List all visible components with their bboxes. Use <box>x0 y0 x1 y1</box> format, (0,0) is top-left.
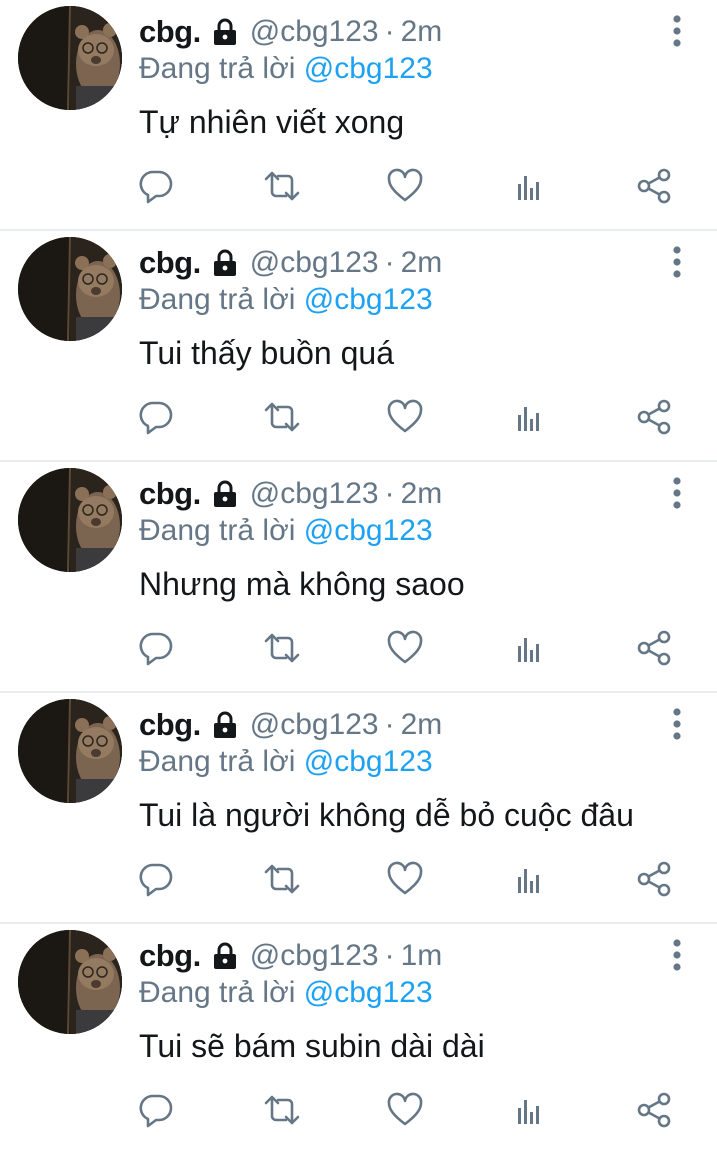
lock-icon <box>209 709 241 741</box>
analytics-icon[interactable] <box>510 397 550 437</box>
heart-icon[interactable] <box>385 859 425 899</box>
analytics-icon[interactable] <box>510 166 550 206</box>
tweet-item[interactable]: cbg. @cbg123 · 2m Đang trả lời @cbg123 T… <box>0 0 717 231</box>
reply-mention-link[interactable]: @cbg123 <box>304 514 433 547</box>
separator-dot: · <box>384 939 395 972</box>
more-vertical-icon[interactable] <box>667 707 687 741</box>
retweet-icon[interactable] <box>262 397 302 437</box>
lock-icon <box>209 940 241 972</box>
tweet-feed: cbg. @cbg123 · 2m Đang trả lời @cbg123 T… <box>0 0 717 1155</box>
reply-prefix: Đang trả lời <box>139 52 296 85</box>
tweet-header: cbg. @cbg123 · 2m <box>139 243 442 283</box>
tweet-text: Nhưng mà không saoo <box>139 566 465 602</box>
user-handle[interactable]: @cbg123 <box>250 708 379 742</box>
avatar[interactable] <box>18 699 122 803</box>
tweet-header: cbg. @cbg123 · 2m <box>139 705 442 745</box>
more-vertical-icon[interactable] <box>667 938 687 972</box>
avatar[interactable] <box>18 468 122 572</box>
user-handle[interactable]: @cbg123 <box>250 246 379 280</box>
display-name[interactable]: cbg. <box>139 14 201 50</box>
heart-icon[interactable] <box>385 166 425 206</box>
retweet-icon[interactable] <box>262 859 302 899</box>
timestamp[interactable]: 2m <box>401 246 443 280</box>
reply-context: Đang trả lời @cbg123 <box>139 976 433 1010</box>
tweet-actions <box>0 166 717 210</box>
reply-mention-link[interactable]: @cbg123 <box>304 976 433 1009</box>
separator-dot: · <box>384 477 395 510</box>
tweet-text: Tui là người không dễ bỏ cuộc đâu <box>139 797 634 833</box>
retweet-icon[interactable] <box>262 1090 302 1130</box>
tweet-actions <box>0 1090 717 1134</box>
reply-icon[interactable] <box>136 397 176 437</box>
reply-mention-link[interactable]: @cbg123 <box>304 745 433 778</box>
tweet-actions <box>0 859 717 903</box>
separator-dot: · <box>384 15 395 48</box>
user-handle[interactable]: @cbg123 <box>250 15 379 49</box>
lock-icon <box>209 16 241 48</box>
reply-mention-link[interactable]: @cbg123 <box>304 52 433 85</box>
reply-prefix: Đang trả lời <box>139 745 296 778</box>
timestamp[interactable]: 2m <box>401 477 443 511</box>
retweet-icon[interactable] <box>262 628 302 668</box>
reply-context: Đang trả lời @cbg123 <box>139 514 433 548</box>
avatar[interactable] <box>18 237 122 341</box>
avatar[interactable] <box>18 930 122 1034</box>
reply-prefix: Đang trả lời <box>139 514 296 547</box>
more-vertical-icon[interactable] <box>667 14 687 48</box>
tweet-actions <box>0 397 717 441</box>
reply-icon[interactable] <box>136 859 176 899</box>
tweet-item[interactable]: cbg. @cbg123 · 2m Đang trả lời @cbg123 T… <box>0 231 717 462</box>
display-name[interactable]: cbg. <box>139 707 201 743</box>
more-vertical-icon[interactable] <box>667 476 687 510</box>
analytics-icon[interactable] <box>510 1090 550 1130</box>
tweet-text: Tui sẽ bám subin dài dài <box>139 1028 485 1064</box>
reply-context: Đang trả lời @cbg123 <box>139 283 433 317</box>
timestamp[interactable]: 2m <box>401 15 443 49</box>
tweet-text: Tui thấy buồn quá <box>139 335 394 371</box>
tweet-item[interactable]: cbg. @cbg123 · 1m Đang trả lời @cbg123 T… <box>0 924 717 1155</box>
display-name[interactable]: cbg. <box>139 245 201 281</box>
reply-mention-link[interactable]: @cbg123 <box>304 283 433 316</box>
reply-icon[interactable] <box>136 628 176 668</box>
lock-icon <box>209 247 241 279</box>
display-name[interactable]: cbg. <box>139 938 201 974</box>
tweet-text: Tự nhiên viết xong <box>139 104 405 140</box>
reply-icon[interactable] <box>136 166 176 206</box>
heart-icon[interactable] <box>385 1090 425 1130</box>
reply-icon[interactable] <box>136 1090 176 1130</box>
reply-context: Đang trả lời @cbg123 <box>139 745 433 779</box>
share-icon[interactable] <box>634 397 674 437</box>
heart-icon[interactable] <box>385 397 425 437</box>
display-name[interactable]: cbg. <box>139 476 201 512</box>
separator-dot: · <box>384 708 395 741</box>
separator-dot: · <box>384 246 395 279</box>
user-handle[interactable]: @cbg123 <box>250 939 379 973</box>
tweet-item[interactable]: cbg. @cbg123 · 2m Đang trả lời @cbg123 N… <box>0 462 717 693</box>
retweet-icon[interactable] <box>262 166 302 206</box>
tweet-header: cbg. @cbg123 · 2m <box>139 474 442 514</box>
user-handle[interactable]: @cbg123 <box>250 477 379 511</box>
tweet-item[interactable]: cbg. @cbg123 · 2m Đang trả lời @cbg123 T… <box>0 693 717 924</box>
share-icon[interactable] <box>634 1090 674 1130</box>
heart-icon[interactable] <box>385 628 425 668</box>
analytics-icon[interactable] <box>510 859 550 899</box>
tweet-header: cbg. @cbg123 · 1m <box>139 936 442 976</box>
tweet-header: cbg. @cbg123 · 2m <box>139 12 442 52</box>
lock-icon <box>209 478 241 510</box>
share-icon[interactable] <box>634 166 674 206</box>
timestamp[interactable]: 2m <box>401 708 443 742</box>
timestamp[interactable]: 1m <box>401 939 443 973</box>
share-icon[interactable] <box>634 859 674 899</box>
tweet-actions <box>0 628 717 672</box>
reply-context: Đang trả lời @cbg123 <box>139 52 433 86</box>
share-icon[interactable] <box>634 628 674 668</box>
analytics-icon[interactable] <box>510 628 550 668</box>
reply-prefix: Đang trả lời <box>139 283 296 316</box>
more-vertical-icon[interactable] <box>667 245 687 279</box>
avatar[interactable] <box>18 6 122 110</box>
reply-prefix: Đang trả lời <box>139 976 296 1009</box>
